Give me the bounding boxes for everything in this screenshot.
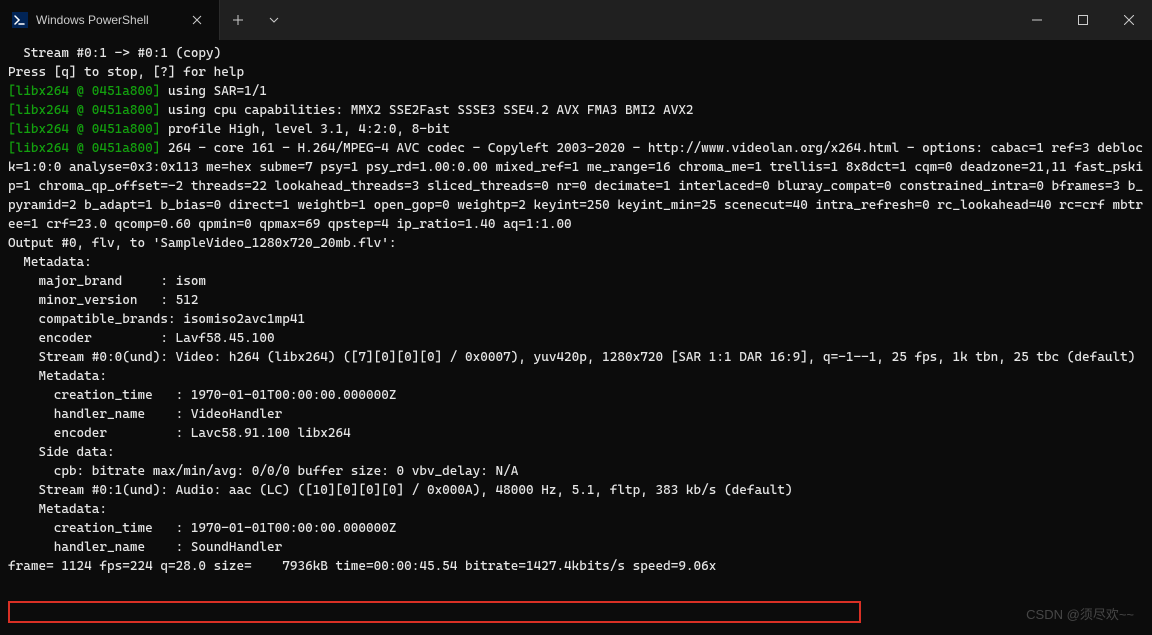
titlebar: Windows PowerShell xyxy=(0,0,1152,40)
tab-dropdown-button[interactable] xyxy=(256,0,292,40)
output-line: Output #0, flv, to 'SampleVideo_1280x720… xyxy=(8,236,396,251)
output-line: encoder : Lavc58.91.100 libx264 xyxy=(8,426,351,441)
terminal-output[interactable]: Stream #0:1 -> #0:1 (copy) Press [q] to … xyxy=(0,40,1152,580)
output-line: using cpu capabilities: MMX2 SSE2Fast SS… xyxy=(160,103,693,118)
output-line: creation_time : 1970-01-01T00:00:00.0000… xyxy=(8,388,396,403)
libx264-prefix: [libx264 @ 0451a800] xyxy=(8,141,160,156)
output-line: Metadata: xyxy=(8,369,107,384)
output-line: minor_version : 512 xyxy=(8,293,198,308)
new-tab-button[interactable] xyxy=(220,0,256,40)
highlight-annotation xyxy=(8,601,861,623)
output-line: major_brand : isom xyxy=(8,274,206,289)
close-window-button[interactable] xyxy=(1106,0,1152,40)
output-line: Stream #0:1(und): Audio: aac (LC) ([10][… xyxy=(8,483,793,498)
output-line: encoder : Lavf58.45.100 xyxy=(8,331,275,346)
libx264-prefix: [libx264 @ 0451a800] xyxy=(8,84,160,99)
output-line: cpb: bitrate max/min/avg: 0/0/0 buffer s… xyxy=(8,464,518,479)
output-line: Metadata: xyxy=(8,502,107,517)
output-line: handler_name : VideoHandler xyxy=(8,407,282,422)
output-line: Stream #0:1 -> #0:1 (copy) xyxy=(8,46,221,61)
tab-powershell[interactable]: Windows PowerShell xyxy=(0,0,220,40)
output-line: profile High, level 3.1, 4:2:0, 8-bit xyxy=(160,122,449,137)
output-line: Stream #0:0(und): Video: h264 (libx264) … xyxy=(8,350,1135,365)
maximize-button[interactable] xyxy=(1060,0,1106,40)
output-line: using SAR=1/1 xyxy=(160,84,267,99)
output-line: Press [q] to stop, [?] for help xyxy=(8,65,244,80)
watermark: CSDN @须尽欢~~ xyxy=(1026,604,1134,623)
close-tab-button[interactable] xyxy=(187,10,207,30)
output-line: handler_name : SoundHandler xyxy=(8,540,282,555)
output-line: Side data: xyxy=(8,445,115,460)
output-line: compatible_brands: isomiso2avc1mp41 xyxy=(8,312,305,327)
progress-line: frame= 1124 fps=224 q=28.0 size= 7936kB … xyxy=(8,559,716,574)
tab-title: Windows PowerShell xyxy=(36,13,179,27)
libx264-prefix: [libx264 @ 0451a800] xyxy=(8,122,160,137)
output-line: creation_time : 1970-01-01T00:00:00.0000… xyxy=(8,521,396,536)
minimize-button[interactable] xyxy=(1014,0,1060,40)
output-line: Metadata: xyxy=(8,255,92,270)
libx264-prefix: [libx264 @ 0451a800] xyxy=(8,103,160,118)
output-line: 264 - core 161 - H.264/MPEG-4 AVC codec … xyxy=(8,141,1143,232)
window-controls xyxy=(1014,0,1152,40)
powershell-icon xyxy=(12,12,28,28)
